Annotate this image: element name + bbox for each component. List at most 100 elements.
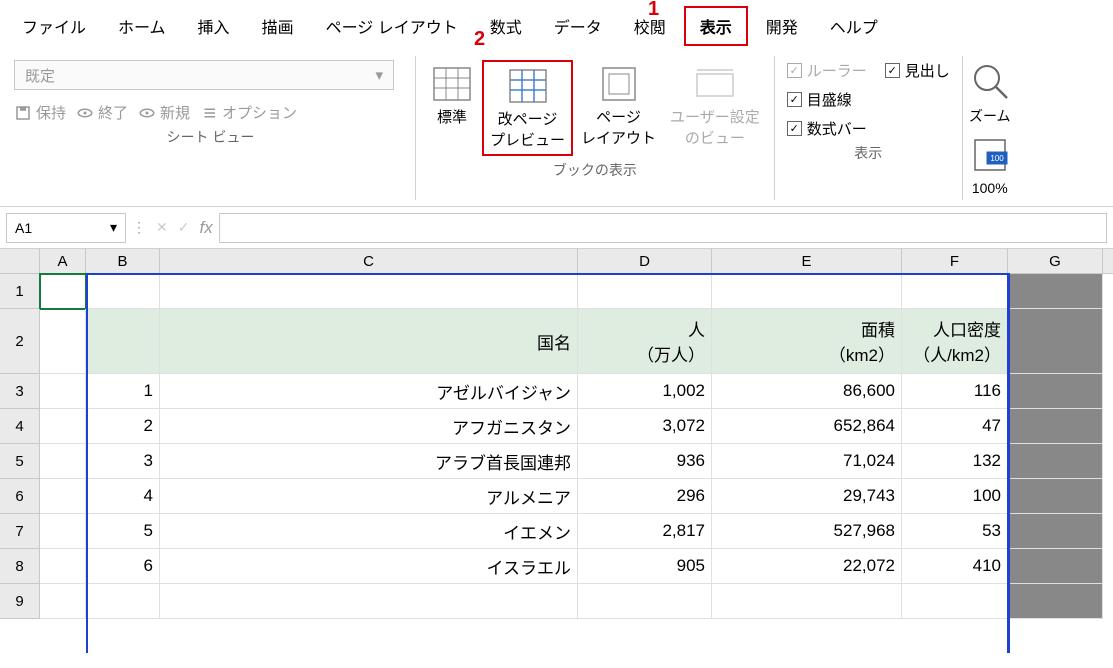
- fx-button[interactable]: fx: [199, 218, 212, 238]
- cell-C1[interactable]: [160, 274, 578, 309]
- cell-B2[interactable]: [86, 309, 160, 374]
- bv-page-layout-button[interactable]: ページ レイアウト: [575, 60, 662, 152]
- cell-F3[interactable]: 116: [902, 374, 1008, 409]
- row-header-7[interactable]: 7: [0, 514, 40, 549]
- cell-C2[interactable]: 国名: [160, 309, 578, 374]
- sv-options-button[interactable]: オプション: [200, 102, 297, 123]
- cell-C9[interactable]: [160, 584, 578, 619]
- cell-E9[interactable]: [712, 584, 902, 619]
- cell-D6[interactable]: 296: [578, 479, 712, 514]
- cell-D5[interactable]: 936: [578, 444, 712, 479]
- cell-D3[interactable]: 1,002: [578, 374, 712, 409]
- cell-E4[interactable]: 652,864: [712, 409, 902, 444]
- row-header-8[interactable]: 8: [0, 549, 40, 584]
- select-all-button[interactable]: [0, 249, 40, 273]
- row-header-9[interactable]: 9: [0, 584, 40, 619]
- accept-icon[interactable]: ✓: [178, 219, 190, 236]
- cell-G1[interactable]: [1008, 274, 1103, 309]
- cell-D4[interactable]: 3,072: [578, 409, 712, 444]
- bv-normal-button[interactable]: 標準: [424, 60, 480, 131]
- menu-developer[interactable]: 開発: [752, 8, 812, 44]
- cell-C6[interactable]: アルメニア: [160, 479, 578, 514]
- col-header-C[interactable]: C: [160, 249, 578, 273]
- cell-C4[interactable]: アフガニスタン: [160, 409, 578, 444]
- cell-E6[interactable]: 29,743: [712, 479, 902, 514]
- cell-B7[interactable]: 5: [86, 514, 160, 549]
- menu-page-layout[interactable]: ページ レイアウト: [312, 8, 472, 44]
- cell-B3[interactable]: 1: [86, 374, 160, 409]
- menu-insert[interactable]: 挿入: [184, 8, 244, 44]
- cell-E8[interactable]: 22,072: [712, 549, 902, 584]
- cell-F4[interactable]: 47: [902, 409, 1008, 444]
- col-header-F[interactable]: F: [902, 249, 1008, 273]
- menu-draw[interactable]: 描画: [248, 8, 308, 44]
- sv-keep-button[interactable]: 保持: [14, 102, 66, 123]
- cell-E3[interactable]: 86,600: [712, 374, 902, 409]
- cell-B9[interactable]: [86, 584, 160, 619]
- cell-E7[interactable]: 527,968: [712, 514, 902, 549]
- cell-E5[interactable]: 71,024: [712, 444, 902, 479]
- cell-C7[interactable]: イエメン: [160, 514, 578, 549]
- cb-headings[interactable]: ✓見出し: [885, 60, 950, 81]
- cell-E1[interactable]: [712, 274, 902, 309]
- cell-E2[interactable]: 面積 （km2）: [712, 309, 902, 374]
- cell-F1[interactable]: [902, 274, 1008, 309]
- cell-B4[interactable]: 2: [86, 409, 160, 444]
- menu-file[interactable]: ファイル: [8, 8, 100, 44]
- cb-gridlines[interactable]: ✓目盛線: [787, 89, 950, 110]
- row-header-4[interactable]: 4: [0, 409, 40, 444]
- menu-view[interactable]: 表示: [684, 6, 748, 46]
- cell-G3[interactable]: [1008, 374, 1103, 409]
- sv-new-button[interactable]: 新規: [138, 102, 190, 123]
- bv-page-break-button[interactable]: 改ページ プレビュー: [482, 60, 573, 156]
- row-header-3[interactable]: 3: [0, 374, 40, 409]
- cell-A4[interactable]: [40, 409, 86, 444]
- col-header-B[interactable]: B: [86, 249, 160, 273]
- row-header-2[interactable]: 2: [0, 309, 40, 374]
- zoom-button[interactable]: ズーム: [969, 60, 1011, 126]
- cancel-icon[interactable]: ✕: [156, 219, 168, 236]
- cell-F8[interactable]: 410: [902, 549, 1008, 584]
- row-header-6[interactable]: 6: [0, 479, 40, 514]
- cell-F9[interactable]: [902, 584, 1008, 619]
- cell-G2[interactable]: [1008, 309, 1103, 374]
- col-header-D[interactable]: D: [578, 249, 712, 273]
- cell-D8[interactable]: 905: [578, 549, 712, 584]
- cell-A1[interactable]: [40, 274, 86, 309]
- cell-A3[interactable]: [40, 374, 86, 409]
- cell-G8[interactable]: [1008, 549, 1103, 584]
- cell-A7[interactable]: [40, 514, 86, 549]
- cell-B1[interactable]: [86, 274, 160, 309]
- sv-exit-button[interactable]: 終了: [76, 102, 128, 123]
- cell-B8[interactable]: 6: [86, 549, 160, 584]
- menu-home[interactable]: ホーム: [104, 8, 180, 44]
- sheet-view-dropdown[interactable]: 既定 ▾: [14, 60, 394, 90]
- cell-A6[interactable]: [40, 479, 86, 514]
- bv-custom-views-button[interactable]: ユーザー設定 のビュー: [664, 60, 766, 152]
- menu-data[interactable]: データ: [540, 8, 616, 44]
- cell-C3[interactable]: アゼルバイジャン: [160, 374, 578, 409]
- col-header-E[interactable]: E: [712, 249, 902, 273]
- cell-B6[interactable]: 4: [86, 479, 160, 514]
- cb-ruler[interactable]: ✓ルーラー: [787, 60, 867, 81]
- zoom-100-button[interactable]: 100 100%: [969, 134, 1011, 196]
- col-header-G[interactable]: G: [1008, 249, 1103, 273]
- more-icon[interactable]: ⋮: [132, 219, 146, 236]
- cell-C8[interactable]: イスラエル: [160, 549, 578, 584]
- cell-B5[interactable]: 3: [86, 444, 160, 479]
- cell-A5[interactable]: [40, 444, 86, 479]
- cell-D7[interactable]: 2,817: [578, 514, 712, 549]
- cell-G6[interactable]: [1008, 479, 1103, 514]
- cell-F2[interactable]: 人口密度 （人/km2）: [902, 309, 1008, 374]
- cell-D9[interactable]: [578, 584, 712, 619]
- cell-G7[interactable]: [1008, 514, 1103, 549]
- row-header-1[interactable]: 1: [0, 274, 40, 309]
- cell-A9[interactable]: [40, 584, 86, 619]
- cell-A2[interactable]: [40, 309, 86, 374]
- cell-F5[interactable]: 132: [902, 444, 1008, 479]
- formula-input[interactable]: [219, 213, 1107, 243]
- cell-D1[interactable]: [578, 274, 712, 309]
- cell-D2[interactable]: 人 （万人）: [578, 309, 712, 374]
- cell-F6[interactable]: 100: [902, 479, 1008, 514]
- cell-C5[interactable]: アラブ首長国連邦: [160, 444, 578, 479]
